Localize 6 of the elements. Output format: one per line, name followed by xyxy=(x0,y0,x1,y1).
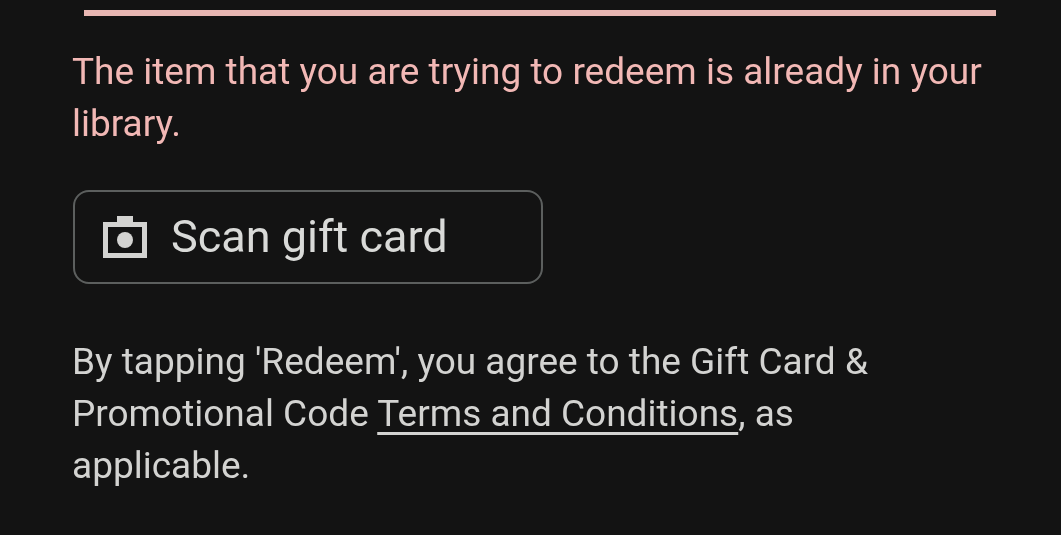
terms-link[interactable]: Terms and Conditions xyxy=(377,392,739,435)
scan-gift-card-button[interactable]: Scan gift card xyxy=(73,190,543,284)
input-underline[interactable] xyxy=(84,10,996,16)
camera-icon xyxy=(101,216,149,258)
terms-text: By tapping 'Redeem', you agree to the Gift Card & Promotional Code Terms and Conditions, as applicable. xyxy=(72,339,869,489)
error-message: The item that you are trying to redeem is already in your library. xyxy=(72,49,983,147)
